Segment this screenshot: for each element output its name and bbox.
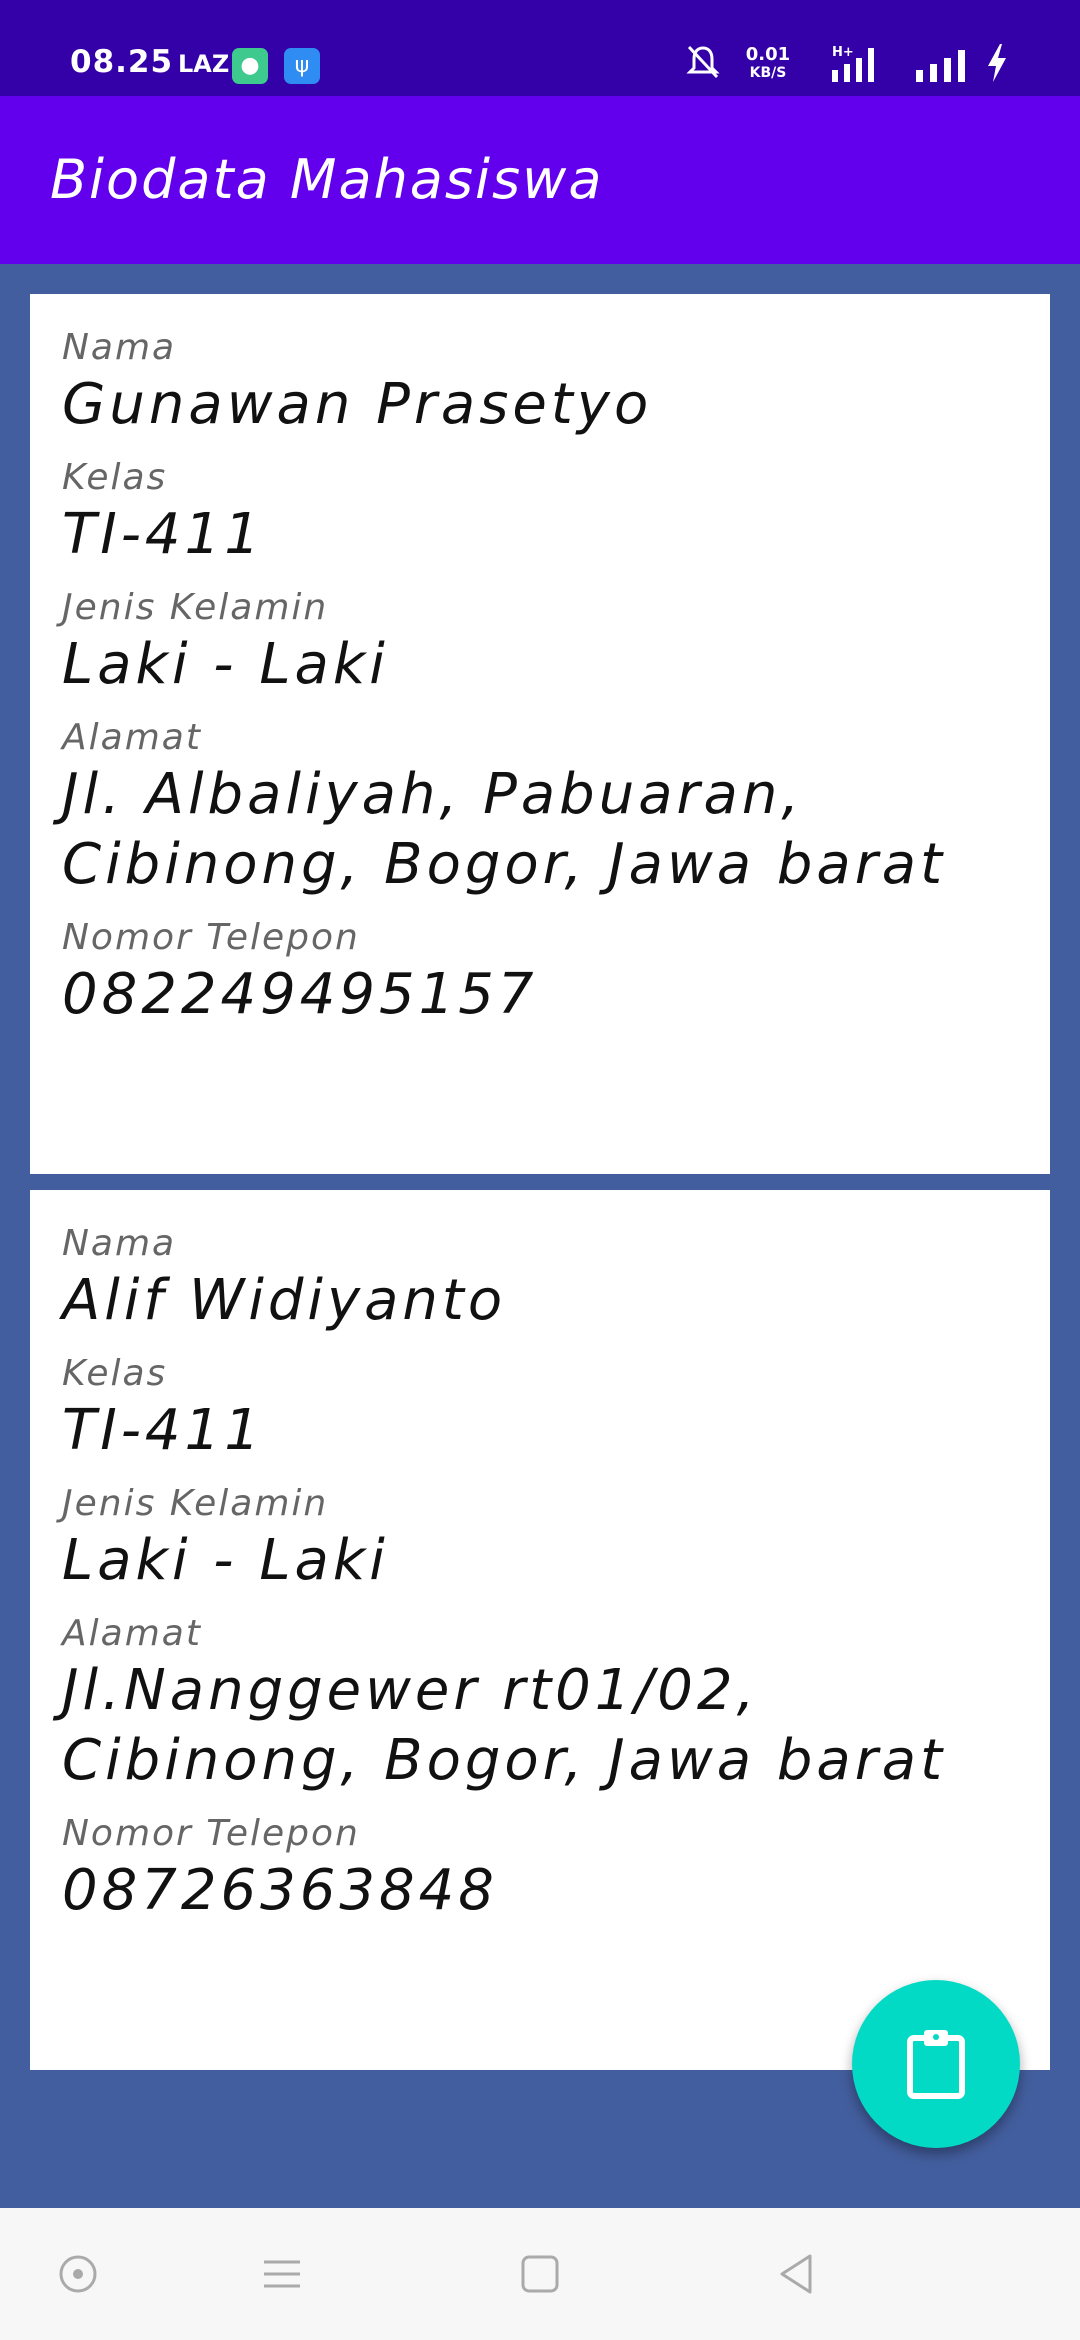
field-telepon: Nomor Telepon 08726363848 <box>62 1812 1018 1926</box>
field-value: Alif Widiyanto <box>62 1268 507 1333</box>
lazada-notification-icon: LAZ <box>178 50 230 78</box>
field-jenis-kelamin: Jenis Kelamin Laki - Laki <box>62 1482 1018 1596</box>
field-alamat: Alamat Jl.Nanggewer rt01/02, Cibinong, B… <box>62 1612 1018 1796</box>
network-speed-unit: KB/S <box>749 65 787 81</box>
assistant-icon[interactable] <box>56 2252 100 2296</box>
field-value: Laki - Laki <box>62 1528 389 1593</box>
field-label: Jenis Kelamin <box>62 587 329 628</box>
field-value: 08726363848 <box>62 1858 498 1923</box>
field-value: TI-411 <box>62 1398 264 1463</box>
network-speed: 0.01 KB/S <box>736 46 800 82</box>
field-label: Kelas <box>62 1353 168 1394</box>
field-value: Jl.Nanggewer rt01/02, Cibinong, Bogor, J… <box>62 1658 947 1793</box>
clipboard-fab-button[interactable] <box>852 1980 1020 2148</box>
field-alamat: Alamat Jl. Albaliyah, Pabuaran, Cibinong… <box>62 716 1018 900</box>
field-value: 082249495157 <box>62 962 538 1027</box>
field-jenis-kelamin: Jenis Kelamin Laki - Laki <box>62 586 1018 700</box>
field-value: Laki - Laki <box>62 632 389 697</box>
student-card: Nama Alif Widiyanto Kelas TI-411 Jenis K… <box>30 1190 1050 2070</box>
chat-app-icon: ● <box>232 48 268 84</box>
field-kelas: Kelas TI-411 <box>62 1352 1018 1466</box>
network-speed-value: 0.01 <box>745 44 791 65</box>
field-value: Jl. Albaliyah, Pabuaran, Cibinong, Bogor… <box>62 762 947 897</box>
usb-icon: ψ <box>284 48 320 84</box>
field-label: Nomor Telepon <box>62 917 360 958</box>
field-nama: Nama Alif Widiyanto <box>62 1222 1018 1336</box>
signal-icon <box>916 50 965 82</box>
field-label: Nama <box>62 1223 177 1264</box>
field-label: Nama <box>62 327 177 368</box>
clipboard-icon <box>907 2030 965 2099</box>
home-square-icon[interactable] <box>518 2252 562 2296</box>
field-label: Nomor Telepon <box>62 1813 360 1854</box>
field-value: Gunawan Prasetyo <box>62 372 653 437</box>
signal-icon: H+ <box>832 45 874 82</box>
system-nav-bar <box>0 2208 1080 2340</box>
page-title: Biodata Mahasiswa <box>50 148 604 211</box>
app-bar: Biodata Mahasiswa <box>0 96 1080 264</box>
student-card: Nama Gunawan Prasetyo Kelas TI-411 Jenis… <box>30 294 1050 1174</box>
field-telepon: Nomor Telepon 082249495157 <box>62 916 1018 1030</box>
field-nama: Nama Gunawan Prasetyo <box>62 326 1018 440</box>
field-label: Kelas <box>62 457 168 498</box>
status-bar: 08.25 LAZ ● ψ 0.01 KB/S H+ <box>0 0 1080 96</box>
mute-bell-icon <box>686 45 720 79</box>
field-label: Alamat <box>62 1613 202 1654</box>
back-triangle-icon[interactable] <box>774 2252 818 2296</box>
menu-icon[interactable] <box>260 2252 304 2296</box>
field-label: Jenis Kelamin <box>62 1483 329 1524</box>
status-time: 08.25 <box>70 44 174 80</box>
charging-icon <box>988 44 1006 82</box>
network-type-label: H+ <box>832 45 854 60</box>
field-value: TI-411 <box>62 502 264 567</box>
field-label: Alamat <box>62 717 202 758</box>
field-kelas: Kelas TI-411 <box>62 456 1018 570</box>
